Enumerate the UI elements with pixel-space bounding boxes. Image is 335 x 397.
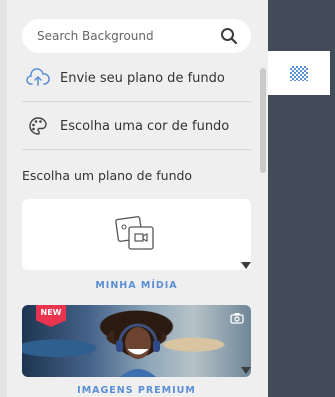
search-icon[interactable] — [219, 26, 239, 46]
choose-color-option[interactable]: Escolha uma cor de fundo — [22, 103, 251, 150]
premium-images-label: IMAGENS PREMIUM — [77, 385, 196, 396]
search-bar[interactable] — [22, 19, 251, 53]
checkerboard-icon — [290, 66, 308, 81]
choose-color-label: Escolha uma cor de fundo — [60, 118, 230, 134]
person-with-headphones-photo — [114, 313, 162, 377]
upload-background-label: Envie seu plano de fundo — [60, 70, 225, 86]
camera-icon — [230, 313, 244, 324]
my-media-expand-arrow[interactable] — [241, 262, 251, 269]
upload-background-option[interactable]: Envie seu plano de fundo — [22, 55, 251, 102]
media-files-icon — [115, 216, 154, 250]
search-input[interactable] — [37, 29, 219, 43]
premium-expand-arrow[interactable] — [241, 367, 251, 374]
tab-background[interactable] — [268, 51, 330, 95]
my-media-label: MINHA MÍDIA — [95, 280, 178, 291]
right-rail — [268, 0, 335, 397]
premium-images-card[interactable]: NEW — [22, 305, 251, 377]
scrollbar-thumb[interactable] — [260, 68, 266, 173]
palette-icon — [29, 117, 47, 135]
section-title: Escolha um plano de fundo — [22, 168, 193, 183]
cloud-upload-icon — [26, 68, 50, 86]
my-media-card[interactable] — [22, 199, 251, 270]
